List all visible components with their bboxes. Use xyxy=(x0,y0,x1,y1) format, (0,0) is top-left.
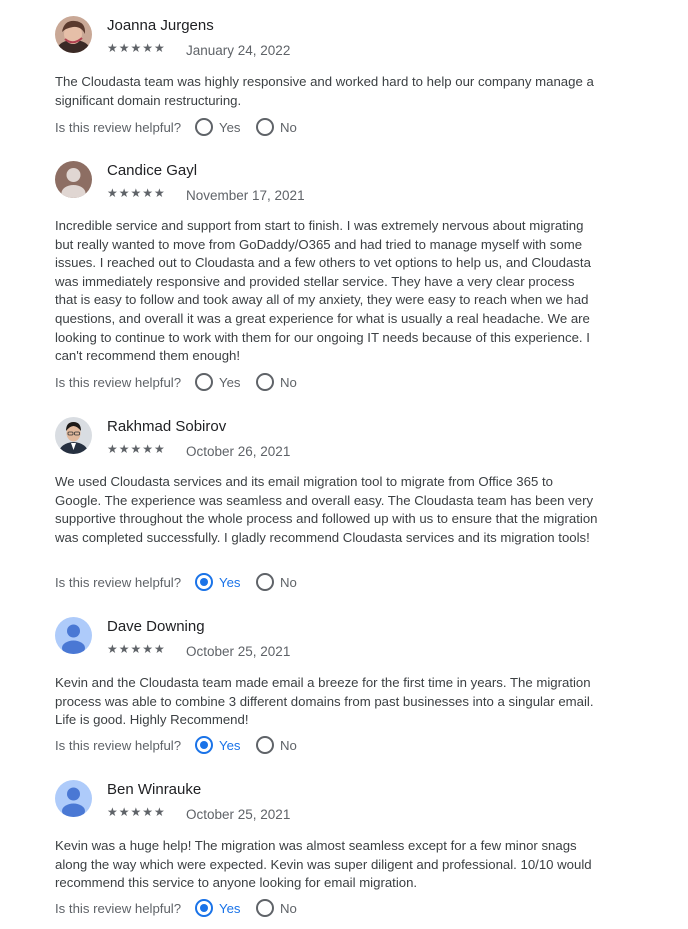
helpful-row: Is this review helpful? Yes No xyxy=(55,573,355,593)
reviewer-name[interactable]: Joanna Jurgens xyxy=(107,17,214,34)
helpful-yes-radio[interactable] xyxy=(195,736,213,754)
star-rating: ★★★★★ xyxy=(107,442,166,456)
helpful-row: Is this review helpful? Yes No xyxy=(55,736,355,756)
star-rating: ★★★★★ xyxy=(107,642,166,656)
avatar[interactable] xyxy=(55,417,92,454)
star-rating: ★★★★★ xyxy=(107,186,166,200)
helpful-yes-radio[interactable] xyxy=(195,373,213,391)
star-rating: ★★★★★ xyxy=(107,41,166,55)
review-text: Kevin and the Cloudasta team made email … xyxy=(55,675,594,728)
review-text: We used Cloudasta services and its email… xyxy=(55,474,598,545)
helpful-no-label[interactable]: No xyxy=(280,375,297,390)
reviewer-name[interactable]: Rakhmad Sobirov xyxy=(107,418,226,435)
helpful-row: Is this review helpful? Yes No xyxy=(55,899,355,919)
helpful-prompt: Is this review helpful? xyxy=(55,375,182,390)
helpful-prompt: Is this review helpful? xyxy=(55,120,182,135)
helpful-no-label[interactable]: No xyxy=(280,738,297,753)
review-date: January 24, 2022 xyxy=(186,43,291,58)
helpful-prompt: Is this review helpful? xyxy=(55,738,182,753)
review-text: Kevin was a huge help! The migration was… xyxy=(55,838,592,891)
avatar[interactable] xyxy=(55,780,92,817)
helpful-yes-radio[interactable] xyxy=(195,118,213,136)
star-rating: ★★★★★ xyxy=(107,805,166,819)
avatar[interactable] xyxy=(55,16,92,53)
helpful-prompt: Is this review helpful? xyxy=(55,901,182,916)
default-user-icon xyxy=(55,780,92,817)
helpful-yes-label[interactable]: Yes xyxy=(219,901,241,916)
review-text: The Cloudasta team was highly responsive… xyxy=(55,74,594,108)
review-date: November 17, 2021 xyxy=(186,188,305,203)
helpful-prompt: Is this review helpful? xyxy=(55,575,182,590)
helpful-no-radio[interactable] xyxy=(256,899,274,917)
helpful-no-radio[interactable] xyxy=(256,118,274,136)
reviewer-name[interactable]: Ben Winrauke xyxy=(107,781,201,798)
default-user-icon xyxy=(55,617,92,654)
default-user-icon xyxy=(55,161,92,198)
helpful-no-label[interactable]: No xyxy=(280,901,297,916)
review-date: October 25, 2021 xyxy=(186,807,291,822)
review-text: Incredible service and support from star… xyxy=(55,218,591,364)
helpful-yes-radio[interactable] xyxy=(195,899,213,917)
helpful-no-radio[interactable] xyxy=(256,373,274,391)
avatar[interactable] xyxy=(55,161,92,198)
reviewer-name[interactable]: Candice Gayl xyxy=(107,162,197,179)
helpful-row: Is this review helpful? Yes No xyxy=(55,373,355,393)
helpful-yes-label[interactable]: Yes xyxy=(219,575,241,590)
helpful-no-label[interactable]: No xyxy=(280,120,297,135)
helpful-yes-label[interactable]: Yes xyxy=(219,738,241,753)
user-photo-icon xyxy=(55,16,92,53)
helpful-yes-label[interactable]: Yes xyxy=(219,120,241,135)
helpful-yes-label[interactable]: Yes xyxy=(219,375,241,390)
review-date: October 26, 2021 xyxy=(186,444,291,459)
helpful-row: Is this review helpful? Yes No xyxy=(55,118,355,138)
helpful-no-label[interactable]: No xyxy=(280,575,297,590)
helpful-no-radio[interactable] xyxy=(256,573,274,591)
helpful-no-radio[interactable] xyxy=(256,736,274,754)
user-photo-icon xyxy=(55,417,92,454)
avatar[interactable] xyxy=(55,617,92,654)
review-date: October 25, 2021 xyxy=(186,644,291,659)
helpful-yes-radio[interactable] xyxy=(195,573,213,591)
reviewer-name[interactable]: Dave Downing xyxy=(107,618,205,635)
